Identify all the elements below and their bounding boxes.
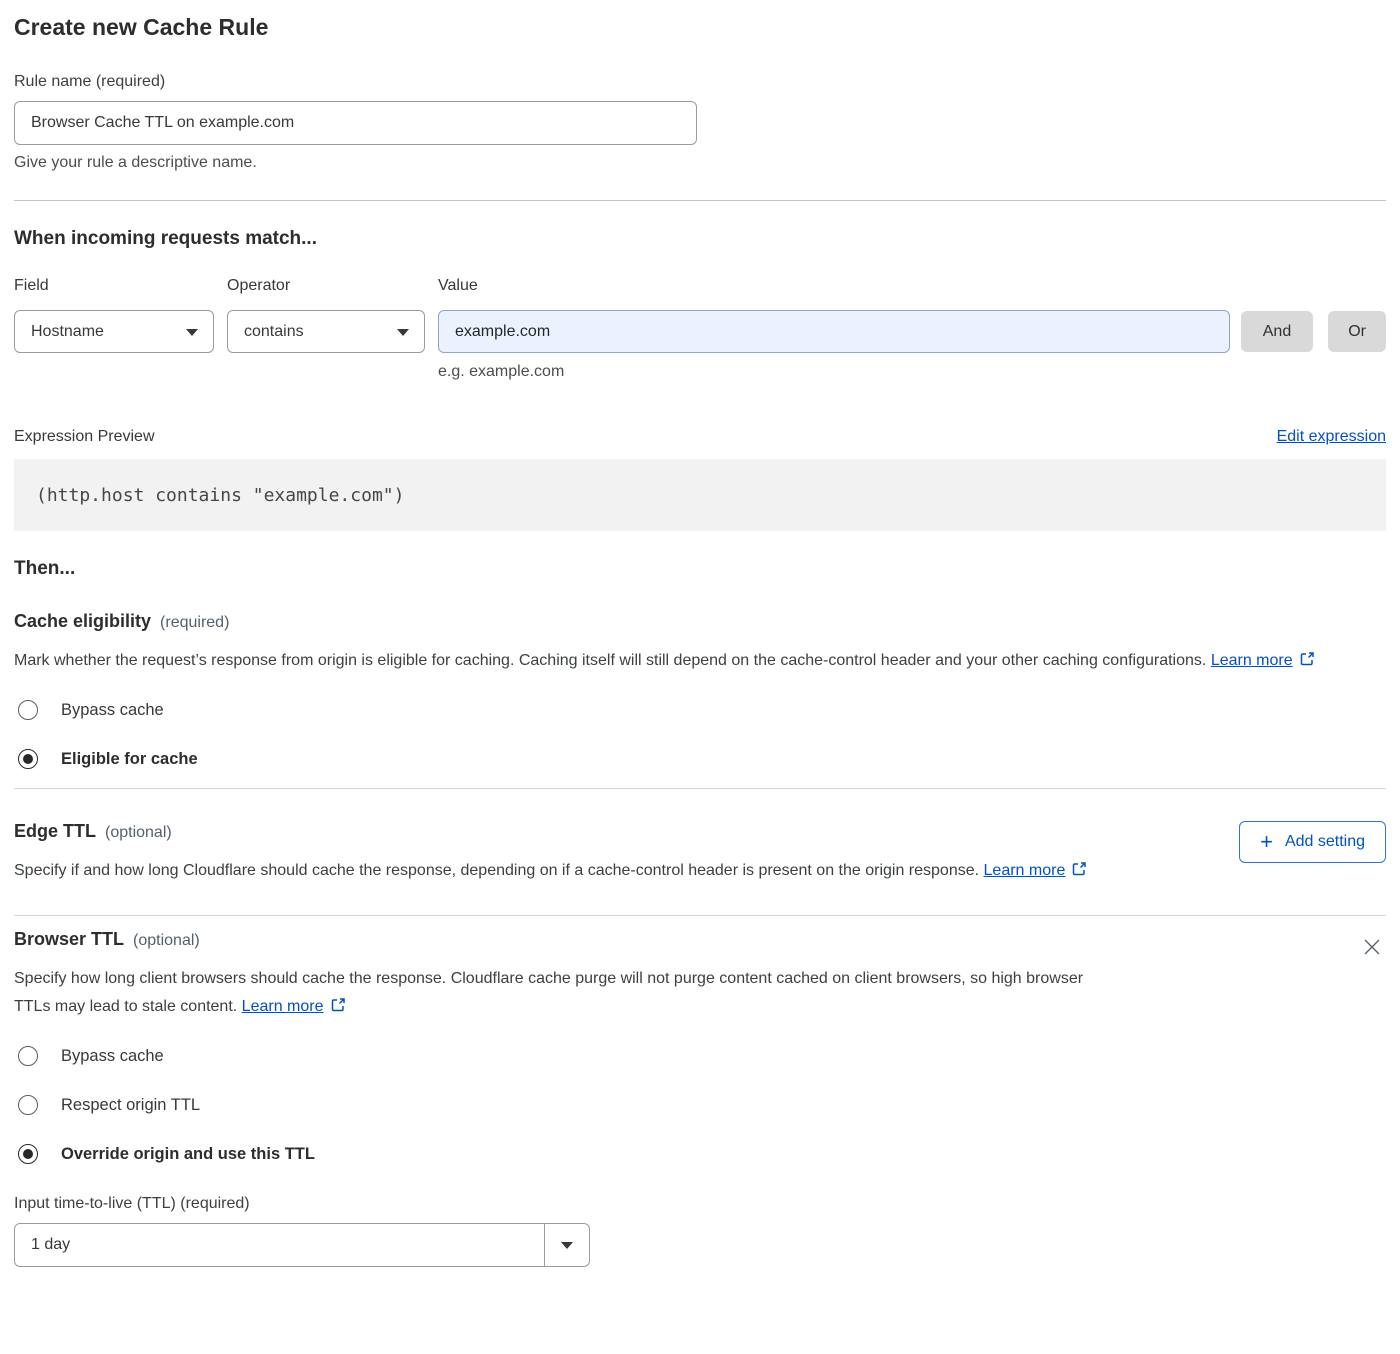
add-setting-label: Add setting (1285, 833, 1365, 851)
divider (14, 200, 1386, 201)
radio-override-origin-ttl[interactable]: Override origin and use this TTL (14, 1144, 1386, 1164)
cache-eligibility-radio-group: Bypass cache Eligible for cache (14, 700, 1386, 769)
and-button[interactable]: And (1241, 311, 1313, 352)
create-cache-rule-form: Create new Cache Rule Rule name (require… (0, 0, 1400, 1287)
radio-eligible-for-cache[interactable]: Eligible for cache (14, 749, 1386, 769)
browser-ttl-optional-badge: (optional) (133, 932, 200, 950)
radio-bypass-cache[interactable]: Bypass cache (14, 700, 1386, 720)
external-link-icon (1299, 649, 1315, 677)
browser-ttl-description-text: Specify how long client browsers should … (14, 970, 1083, 1015)
rule-name-help: Give your rule a descriptive name. (14, 154, 1386, 172)
divider (14, 788, 1386, 789)
operator-label: Operator (227, 277, 438, 295)
rule-name-input[interactable] (14, 101, 697, 145)
match-condition-row: Hostname contains And Or (14, 310, 1386, 353)
browser-ttl-description: Specify how long client browsers should … (14, 965, 1114, 1023)
match-heading: When incoming requests match... (14, 228, 1386, 250)
edge-ttl-optional-badge: (optional) (105, 824, 172, 842)
edge-ttl-learn-more-link[interactable]: Learn more (984, 862, 1066, 879)
radio-checked-icon (18, 749, 38, 769)
close-icon (1361, 936, 1383, 958)
match-column-labels: Field Operator Value (14, 277, 1386, 295)
browser-ttl-section: Browser TTL (optional) Specify how long … (14, 916, 1386, 1023)
page-title: Create new Cache Rule (14, 14, 1386, 41)
cache-eligibility-heading: Cache eligibility (required) (14, 611, 1386, 632)
chevron-down-icon (397, 329, 409, 336)
cache-eligibility-description: Mark whether the request’s response from… (14, 647, 1386, 677)
browser-ttl-radio-group: Bypass cache Respect origin TTL Override… (14, 1046, 1386, 1164)
radio-icon (18, 1046, 38, 1066)
edge-ttl-heading: Edge TTL (optional) (14, 821, 1239, 842)
add-setting-button[interactable]: + Add setting (1239, 821, 1386, 863)
cache-eligibility-learn-more-link[interactable]: Learn more (1211, 652, 1293, 669)
edge-ttl-title: Edge TTL (14, 821, 96, 842)
value-hint: e.g. example.com (438, 363, 1386, 381)
expression-preview-row: Expression Preview Edit expression (14, 428, 1386, 446)
or-button[interactable]: Or (1328, 311, 1386, 352)
operator-select[interactable]: contains (227, 310, 425, 353)
chevron-down-icon (561, 1242, 573, 1249)
cache-eligibility-description-text: Mark whether the request’s response from… (14, 652, 1206, 669)
radio-label: Override origin and use this TTL (61, 1145, 315, 1164)
cache-eligibility-required-badge: (required) (160, 614, 229, 632)
value-label: Value (438, 277, 1386, 295)
radio-checked-icon (18, 1144, 38, 1164)
field-label: Field (14, 277, 227, 295)
expression-preview-label: Expression Preview (14, 428, 155, 446)
radio-label: Eligible for cache (61, 750, 198, 769)
browser-ttl-learn-more-link[interactable]: Learn more (242, 998, 324, 1015)
edit-expression-link[interactable]: Edit expression (1277, 428, 1386, 446)
operator-select-value: contains (244, 323, 304, 341)
ttl-select-arrow-button[interactable] (544, 1224, 589, 1266)
ttl-select[interactable]: 1 day (14, 1223, 590, 1267)
expression-code: (http.host contains "example.com") (36, 485, 404, 506)
value-input[interactable] (438, 310, 1230, 353)
radio-respect-origin-ttl[interactable]: Respect origin TTL (14, 1095, 1386, 1115)
browser-ttl-heading: Browser TTL (optional) (14, 929, 1360, 950)
radio-icon (18, 1095, 38, 1115)
field-select[interactable]: Hostname (14, 310, 214, 353)
browser-ttl-title: Browser TTL (14, 929, 124, 950)
edge-ttl-description-text: Specify if and how long Cloudflare shoul… (14, 862, 979, 879)
remove-browser-ttl-button[interactable] (1360, 936, 1384, 960)
radio-bypass-cache[interactable]: Bypass cache (14, 1046, 1386, 1066)
edge-ttl-description: Specify if and how long Cloudflare shoul… (14, 857, 1154, 887)
radio-label: Respect origin TTL (61, 1096, 200, 1115)
rule-name-label: Rule name (required) (14, 73, 1386, 91)
external-link-icon (1071, 859, 1087, 887)
ttl-input-label: Input time-to-live (TTL) (required) (14, 1195, 1386, 1213)
expression-code-block: (http.host contains "example.com") (14, 459, 1386, 531)
radio-label: Bypass cache (61, 1047, 164, 1066)
ttl-select-value: 1 day (15, 1224, 544, 1266)
chevron-down-icon (186, 329, 198, 336)
field-select-value: Hostname (31, 323, 104, 341)
plus-icon: + (1260, 831, 1273, 853)
external-link-icon (330, 995, 346, 1023)
radio-label: Bypass cache (61, 701, 164, 720)
cache-eligibility-title: Cache eligibility (14, 611, 151, 632)
edge-ttl-section: Edge TTL (optional) Specify if and how l… (14, 803, 1386, 887)
then-heading: Then... (14, 558, 1386, 580)
radio-icon (18, 700, 38, 720)
